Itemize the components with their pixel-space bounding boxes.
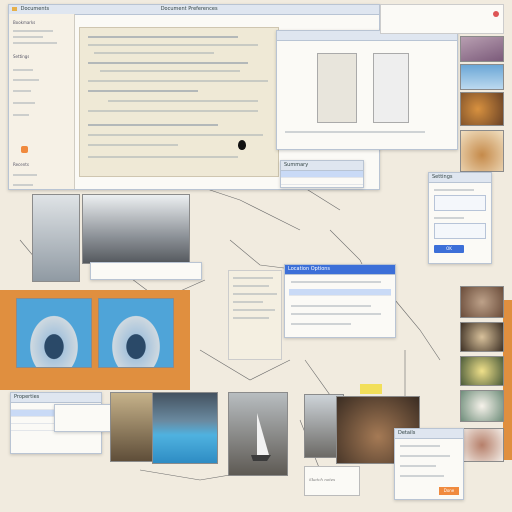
sketch-note-text: Sketch notes xyxy=(309,477,336,482)
properties-titlebar: Properties xyxy=(11,393,101,403)
top-right-panel xyxy=(380,4,504,34)
orange-strip-right xyxy=(503,300,512,460)
sidebar-label-3[interactable]: Recents xyxy=(13,162,29,167)
sketch-note: Sketch notes xyxy=(304,466,360,496)
left-sidebar: Bookmarks Settings Recents xyxy=(9,14,75,189)
photo-strip-1 xyxy=(460,36,504,62)
properties-subpanel xyxy=(54,404,114,432)
preferences-popup xyxy=(276,30,458,150)
folder-icon xyxy=(12,6,17,11)
location-dialog: Location Options xyxy=(284,264,396,338)
photo-strip-4 xyxy=(460,130,504,172)
sidebar-label-1[interactable]: Bookmarks xyxy=(13,20,35,25)
settings-ok-button[interactable]: OK xyxy=(434,245,464,253)
food-thumb-1 xyxy=(460,286,504,318)
details-dialog: Details Done xyxy=(394,428,464,500)
bottom-photo-1 xyxy=(110,392,154,462)
breadcrumb: Document Preferences xyxy=(160,6,218,12)
street-photo-2 xyxy=(82,194,190,264)
food-thumb-5 xyxy=(460,428,504,462)
settings-panel: Settings OK xyxy=(428,172,492,264)
details-titlebar: Details xyxy=(395,429,463,439)
sidebar-label-2[interactable]: Settings xyxy=(13,54,29,59)
close-icon[interactable] xyxy=(493,11,499,17)
bottom-photo-2 xyxy=(152,392,218,464)
yellow-sticky xyxy=(360,384,382,394)
settings-titlebar: Settings xyxy=(429,173,491,183)
location-titlebar: Location Options xyxy=(285,265,395,275)
summary-dialog: Summary xyxy=(280,160,364,188)
window-title: Documents xyxy=(20,6,50,12)
details-done-button[interactable]: Done xyxy=(439,487,459,495)
pool-photo-1 xyxy=(16,298,92,368)
photo-caption-bar xyxy=(90,262,202,280)
photo-strip-2 xyxy=(460,64,504,90)
orange-marker xyxy=(21,146,28,153)
notes-block xyxy=(228,270,282,360)
food-thumb-4 xyxy=(460,390,504,422)
food-thumb-3 xyxy=(460,356,504,386)
editor-area xyxy=(79,27,279,177)
street-photo-1 xyxy=(32,194,80,282)
summary-titlebar: Summary xyxy=(281,161,363,171)
sail-shape xyxy=(257,413,269,455)
pool-photo-2 xyxy=(98,298,174,368)
photo-strip-3 xyxy=(460,92,504,126)
food-thumb-2 xyxy=(460,322,504,352)
cursor-icon xyxy=(238,140,246,150)
sailboat-photo xyxy=(228,392,288,476)
